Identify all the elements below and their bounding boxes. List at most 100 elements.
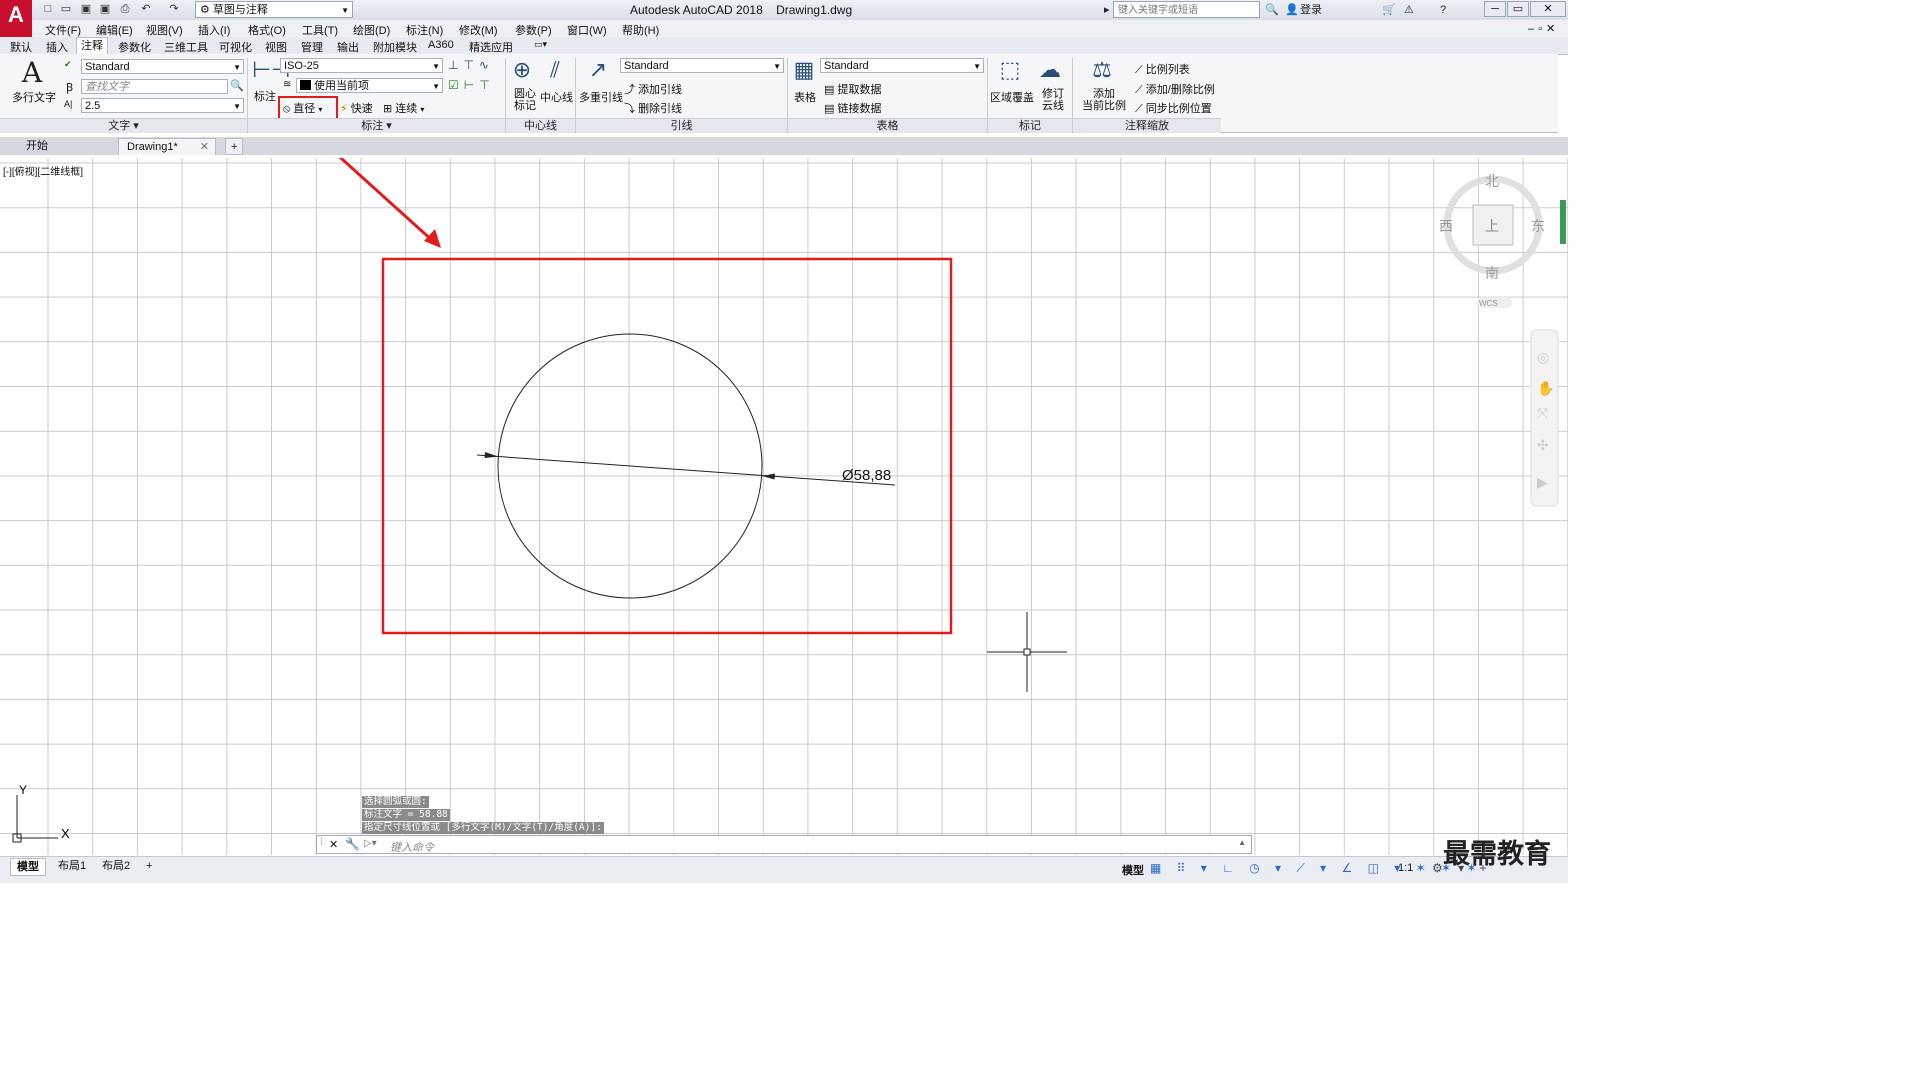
- cart-icon[interactable]: 🛒: [1382, 2, 1396, 18]
- add-delete-scale-button[interactable]: ⟋ 添加/删除比例: [1135, 81, 1215, 97]
- command-line[interactable]: ⁞ ✕ 🔧 ▷▾ 键入命令 ▲: [316, 835, 1252, 854]
- dimension-label[interactable]: 标注: [254, 88, 276, 104]
- dim-tools-row2-icons[interactable]: ☑⊢⊤: [448, 78, 495, 92]
- menu-file[interactable]: 文件(F): [45, 22, 81, 38]
- ribbon-toggle-icon[interactable]: ▭▾: [530, 39, 551, 50]
- tab-visualize[interactable]: 可视化: [215, 39, 256, 55]
- table-style-select[interactable]: Standard ▼: [820, 58, 984, 73]
- doc-tab-start[interactable]: 开始: [18, 138, 116, 155]
- dim-style-select[interactable]: ISO-25 ▼: [280, 58, 443, 73]
- panel-table-footer[interactable]: 表格: [788, 118, 987, 133]
- tab-a360[interactable]: A360: [424, 39, 458, 51]
- layout-tab-layout1[interactable]: 布局1: [52, 858, 92, 874]
- remove-leader-button[interactable]: ⤵ 删除引线: [624, 100, 682, 116]
- diameter-button[interactable]: ⦸ 直径 ▾: [283, 100, 322, 116]
- user-icon[interactable]: 👤: [1285, 2, 1299, 18]
- table-label[interactable]: 表格: [794, 89, 816, 105]
- centerline-icon[interactable]: ⫽: [543, 58, 567, 82]
- layout-tab-layout2[interactable]: 布局2: [96, 858, 136, 874]
- quick-dim-button[interactable]: ⚡ 快速: [340, 100, 373, 116]
- menu-parametric[interactable]: 参数(P): [515, 22, 552, 38]
- scale-list-button[interactable]: ⟋ 比例列表: [1135, 61, 1190, 77]
- continue-dim-button[interactable]: ⊞ 连续 ▾: [383, 100, 424, 116]
- undo-icon[interactable]: ↶: [138, 2, 154, 17]
- wrench-icon[interactable]: 🔧: [345, 837, 360, 851]
- close-button[interactable]: ✕: [1530, 1, 1566, 17]
- workspace-selector[interactable]: ⚙ 草图与注释 ▼: [195, 1, 353, 18]
- tab-insert[interactable]: 插入: [42, 39, 72, 55]
- connect-icon[interactable]: ⚠: [1404, 2, 1414, 18]
- tab-manage[interactable]: 管理: [297, 39, 327, 55]
- tab-addins[interactable]: 附加模块: [369, 39, 421, 55]
- tab-default[interactable]: 默认: [6, 39, 36, 55]
- panel-dimension-footer[interactable]: 标注 ▾: [248, 118, 505, 133]
- dimension-icon[interactable]: ⊢⊣: [252, 58, 290, 82]
- extract-data-button[interactable]: ▤ 提取数据: [824, 81, 881, 97]
- command-input[interactable]: 键入命令: [390, 839, 434, 855]
- tab-3d-tools[interactable]: 三维工具: [160, 39, 212, 55]
- add-leader-button[interactable]: ⤴ 添加引线: [624, 81, 682, 97]
- tab-parametric[interactable]: 参数化: [114, 39, 155, 55]
- revcloud-icon[interactable]: ☁: [1038, 58, 1062, 82]
- text-height-select[interactable]: 2.5 ▼: [81, 98, 244, 113]
- layout-tab-model[interactable]: 模型: [10, 858, 46, 876]
- viewcube-south[interactable]: 南: [1485, 266, 1499, 282]
- binoculars-icon[interactable]: 🔍: [1265, 2, 1279, 18]
- menu-edit[interactable]: 编辑(E): [96, 22, 133, 38]
- doc-tab-drawing1[interactable]: Drawing1* ✕: [118, 138, 216, 155]
- close-icon[interactable]: ✕: [329, 838, 338, 851]
- wipeout-icon[interactable]: ⬚: [998, 58, 1022, 82]
- panel-leader-footer[interactable]: 引线: [576, 118, 787, 133]
- panel-text-footer[interactable]: 文字 ▾: [0, 118, 247, 133]
- minimize-button[interactable]: ─: [1484, 1, 1506, 17]
- link-data-button[interactable]: ▤ 链接数据: [824, 100, 881, 116]
- sync-scale-button[interactable]: ⟋ 同步比例位置: [1135, 100, 1212, 116]
- menu-tools[interactable]: 工具(T): [302, 22, 338, 38]
- steering-wheel-icon[interactable]: ◎: [1537, 349, 1549, 365]
- leader-style-select[interactable]: Standard ▼: [620, 58, 784, 73]
- menu-insert[interactable]: 插入(I): [198, 22, 230, 38]
- print-icon[interactable]: ⎙: [117, 2, 133, 17]
- chevron-up-icon[interactable]: ▲: [1238, 838, 1246, 847]
- text-style-select[interactable]: Standard ▼: [81, 59, 244, 74]
- new-file-icon[interactable]: □: [40, 2, 56, 17]
- model-space-toggle[interactable]: 模型: [1122, 862, 1144, 878]
- redo-icon[interactable]: ↷: [166, 2, 182, 17]
- showmotion-icon[interactable]: ▶: [1537, 474, 1548, 490]
- menu-view[interactable]: 视图(V): [146, 22, 183, 38]
- center-mark-label[interactable]: 圆心 标记: [514, 88, 536, 112]
- menu-help[interactable]: 帮助(H): [622, 22, 659, 38]
- login-label[interactable]: 登录: [1300, 2, 1322, 18]
- command-prompt-icon[interactable]: ▷▾: [364, 838, 377, 849]
- drawing-canvas[interactable]: Ø58,88 Y X 上 北 南 东 西 WCS ◎ ✋ ⤧ ✣ ▶: [0, 158, 1568, 855]
- spell-check-icon[interactable]: ✔: [64, 59, 72, 70]
- dim-tools-row1-icons[interactable]: ⊥⊤∿: [448, 58, 494, 72]
- autocad-logo[interactable]: A: [0, 0, 32, 37]
- pan-icon[interactable]: ✋: [1537, 380, 1554, 396]
- tab-output[interactable]: 输出: [333, 39, 363, 55]
- centerline-label[interactable]: 中心线: [540, 89, 573, 105]
- tab-annotate[interactable]: 注释: [76, 37, 108, 54]
- find-text-input[interactable]: 查找文字: [81, 79, 228, 94]
- multileader-icon[interactable]: ↗: [586, 58, 610, 82]
- drag-handle-icon[interactable]: ⁞: [320, 837, 323, 848]
- close-icon[interactable]: ✕: [200, 139, 209, 156]
- open-file-icon[interactable]: ▭: [58, 2, 74, 17]
- new-tab-plus-icon[interactable]: +: [225, 138, 243, 155]
- menu-window[interactable]: 窗口(W): [567, 22, 607, 38]
- doc-window-controls[interactable]: –▫✕: [1528, 22, 1559, 35]
- viewcube-west[interactable]: 西: [1439, 219, 1453, 235]
- zoom-icon[interactable]: ⤧: [1537, 405, 1548, 421]
- tab-featured-apps[interactable]: 精选应用: [465, 39, 517, 55]
- revcloud-label[interactable]: 修订 云线: [1042, 88, 1064, 112]
- menu-draw[interactable]: 绘图(D): [353, 22, 390, 38]
- menu-format[interactable]: 格式(O): [248, 22, 286, 38]
- help-icon[interactable]: ?: [1440, 2, 1446, 18]
- menu-dimension[interactable]: 标注(N): [406, 22, 443, 38]
- search-input[interactable]: 键入关键字或短语: [1113, 1, 1260, 18]
- table-icon[interactable]: ▦: [792, 58, 816, 82]
- viewcube-east[interactable]: 东: [1531, 219, 1545, 235]
- center-mark-icon[interactable]: ⊕: [510, 58, 534, 82]
- search-expand-icon[interactable]: ▸: [1104, 2, 1110, 18]
- add-current-scale-label[interactable]: 添加 当前比例: [1082, 88, 1126, 112]
